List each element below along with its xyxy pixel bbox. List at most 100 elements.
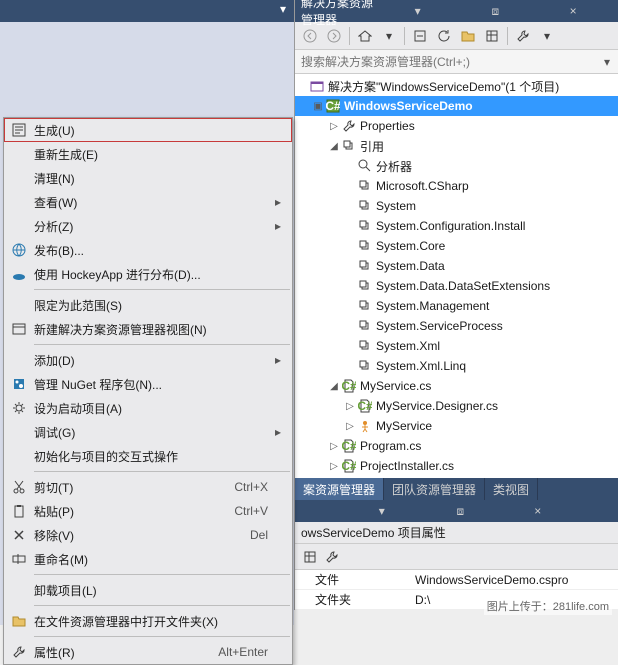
tree-node[interactable]: System.Configuration.Install xyxy=(295,216,618,236)
expander-icon[interactable]: ◢ xyxy=(327,141,341,152)
menu-item[interactable]: 属性(R)Alt+Enter xyxy=(4,640,292,664)
menu-item-label: 调试(G) xyxy=(30,424,272,441)
tree-node[interactable]: 分析器 xyxy=(295,156,618,176)
tree-node[interactable]: System.ServiceProcess xyxy=(295,316,618,336)
panel-title-label: 解决方案资源管理器 xyxy=(301,0,379,28)
panel-pin-icon[interactable]: ⧈ xyxy=(457,504,535,519)
preview-button[interactable] xyxy=(512,25,534,47)
menu-item-label: 在文件资源管理器中打开文件夹(X) xyxy=(30,613,272,630)
menu-item-label: 移除(V) xyxy=(30,527,250,544)
tree-node[interactable]: System.Core xyxy=(295,236,618,256)
ref-icon xyxy=(357,338,373,354)
show-all-button[interactable] xyxy=(457,25,479,47)
refresh-button[interactable] xyxy=(433,25,455,47)
tree-node[interactable]: System xyxy=(295,196,618,216)
panel-dropdown-icon[interactable]: ▾ xyxy=(379,4,457,18)
properties-header-label: owsServiceDemo 项目属性 xyxy=(301,524,446,541)
menu-item[interactable]: 移除(V)Del xyxy=(4,523,292,547)
menu-item-label: 卸载项目(L) xyxy=(30,582,272,599)
tree-node-label: System.Management xyxy=(376,299,489,313)
menu-item[interactable]: 清理(N) xyxy=(4,166,292,190)
panel-tab[interactable]: 团队资源管理器 xyxy=(384,478,485,500)
menu-item[interactable]: 重新生成(E) xyxy=(4,142,292,166)
panel-titlebar: 解决方案资源管理器 ▾ ⧈ × xyxy=(295,0,618,22)
menu-separator xyxy=(34,636,290,637)
solution-tree[interactable]: 解决方案"WindowsServiceDemo"(1 个项目)▣WindowsS… xyxy=(295,74,618,478)
menu-item[interactable]: 发布(B)... xyxy=(4,238,292,262)
properties-button[interactable] xyxy=(481,25,503,47)
tree-node-label: MyService.cs xyxy=(360,379,431,393)
menu-item[interactable]: 粘贴(P)Ctrl+V xyxy=(4,499,292,523)
expander-icon[interactable]: ▷ xyxy=(327,441,341,452)
expander-icon[interactable]: ▷ xyxy=(327,121,341,132)
panel-close-icon[interactable]: × xyxy=(534,4,612,18)
menu-item[interactable]: 调试(G)▸ xyxy=(4,420,292,444)
panel-tab[interactable]: 案资源管理器 xyxy=(295,478,384,500)
menu-item[interactable]: 生成(U) xyxy=(4,118,292,142)
categorized-button[interactable] xyxy=(299,546,321,568)
tree-node[interactable]: System.Xml.Linq xyxy=(295,356,618,376)
tree-node[interactable]: Microsoft.CSharp xyxy=(295,176,618,196)
menu-item[interactable]: 初始化与项目的交互式操作 xyxy=(4,444,292,468)
more-button[interactable]: ▾ xyxy=(536,25,558,47)
search-input[interactable] xyxy=(295,55,596,69)
tree-node[interactable]: ◢ MyService.cs xyxy=(295,376,618,396)
tree-node[interactable]: System.Management xyxy=(295,296,618,316)
menu-item[interactable]: 重命名(M) xyxy=(4,547,292,571)
watermark-label: 图片上传于：281life.com xyxy=(484,597,612,615)
tree-node-label: MyService.Designer.cs xyxy=(376,399,498,413)
tree-node[interactable]: System.Data.DataSetExtensions xyxy=(295,276,618,296)
menu-item[interactable]: 在文件资源管理器中打开文件夹(X) xyxy=(4,609,292,633)
properties-header: owsServiceDemo 项目属性 xyxy=(295,522,618,544)
menu-item-label: 新建解决方案资源管理器视图(N) xyxy=(30,321,272,338)
menu-item[interactable]: 使用 HockeyApp 进行分布(D)... xyxy=(4,262,292,286)
menu-item[interactable]: 限定为此范围(S) xyxy=(4,293,292,317)
menu-item[interactable]: 剪切(T)Ctrl+X xyxy=(4,475,292,499)
expander-icon[interactable]: ▷ xyxy=(327,461,341,472)
home-button[interactable] xyxy=(354,25,376,47)
tree-node[interactable]: ▷Program.cs xyxy=(295,436,618,456)
nuget-icon xyxy=(8,377,30,391)
tree-node[interactable]: System.Data xyxy=(295,256,618,276)
cut-icon xyxy=(8,480,30,494)
gear-icon xyxy=(8,401,30,415)
panel-tab[interactable]: 类视图 xyxy=(485,478,538,500)
nav-forward-button[interactable] xyxy=(323,25,345,47)
expander-icon[interactable]: ▷ xyxy=(343,401,357,412)
sync-button[interactable]: ▾ xyxy=(378,25,400,47)
menu-item[interactable]: 查看(W)▸ xyxy=(4,190,292,214)
tree-node[interactable]: ▷Properties xyxy=(295,116,618,136)
menu-item[interactable]: 新建解决方案资源管理器视图(N) xyxy=(4,317,292,341)
tree-node[interactable]: ◢ 引用 xyxy=(295,136,618,156)
panel-pin-icon[interactable]: ⧈ xyxy=(457,4,535,19)
menu-item[interactable]: 分析(Z)▸ xyxy=(4,214,292,238)
expander-icon[interactable]: ▷ xyxy=(343,421,357,432)
tab-dropdown-icon[interactable]: ▾ xyxy=(272,0,294,18)
nav-back-button[interactable] xyxy=(299,25,321,47)
menu-item[interactable]: 卸载项目(L) xyxy=(4,578,292,602)
expander-icon[interactable]: ▣ xyxy=(311,101,325,112)
search-clear-icon[interactable]: ▾ xyxy=(596,55,618,69)
panel-close-icon[interactable]: × xyxy=(534,504,612,518)
property-row[interactable]: 文件WindowsServiceDemo.cspro xyxy=(295,570,618,590)
tree-node[interactable]: ▷ MyService.Designer.cs xyxy=(295,396,618,416)
tree-node[interactable]: ▣WindowsServiceDemo xyxy=(295,96,618,116)
property-value: WindowsServiceDemo.cspro xyxy=(415,570,618,589)
tree-node[interactable]: System.Xml xyxy=(295,336,618,356)
tree-node[interactable]: ▷ ProjectInstaller.cs xyxy=(295,456,618,476)
tree-node-label: ProjectInstaller.cs xyxy=(360,459,454,473)
tree-node[interactable]: 解决方案"WindowsServiceDemo"(1 个项目) xyxy=(295,76,618,96)
tree-node-label: 引用 xyxy=(360,138,384,155)
tree-node-label: System.Data.DataSetExtensions xyxy=(376,279,550,293)
tree-node-label: 分析器 xyxy=(376,158,412,175)
menu-item[interactable]: 添加(D)▸ xyxy=(4,348,292,372)
rename-icon xyxy=(8,552,30,566)
collapse-button[interactable] xyxy=(409,25,431,47)
menu-item[interactable]: 设为启动项目(A) xyxy=(4,396,292,420)
alphabetical-button[interactable] xyxy=(321,546,343,568)
tree-node[interactable]: ▷MyService xyxy=(295,416,618,436)
ref-icon xyxy=(357,298,373,314)
expander-icon[interactable]: ◢ xyxy=(327,381,341,392)
menu-item[interactable]: 管理 NuGet 程序包(N)... xyxy=(4,372,292,396)
panel-dropdown-icon[interactable]: ▾ xyxy=(379,504,457,518)
